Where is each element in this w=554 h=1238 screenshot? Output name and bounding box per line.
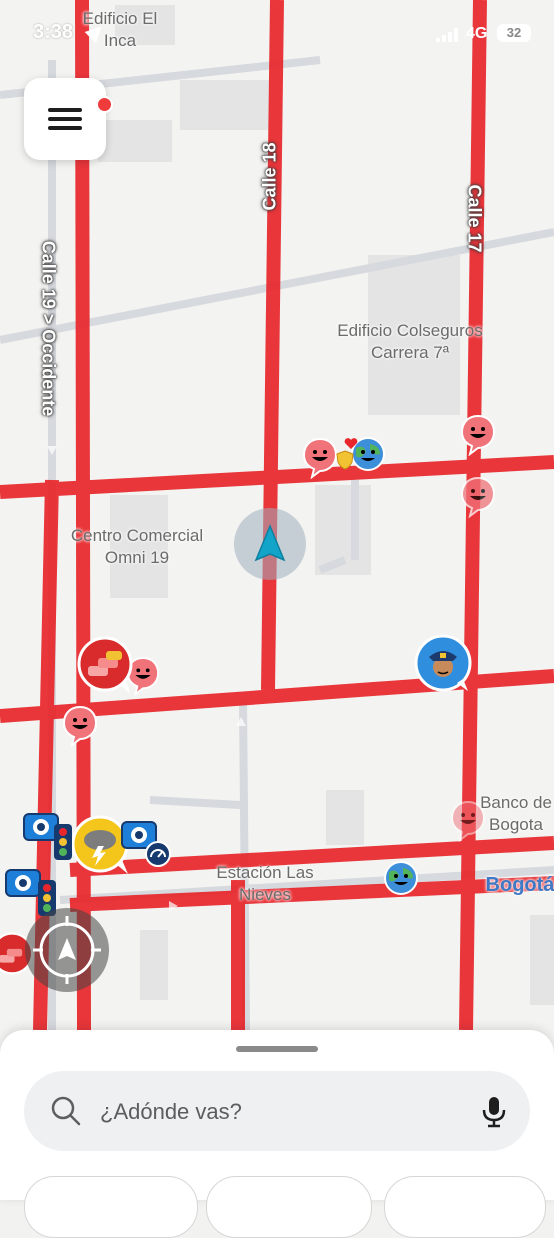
microphone-icon[interactable] — [480, 1095, 508, 1129]
current-location-marker — [234, 508, 306, 580]
status-bar: 3:38 4G 32 — [0, 0, 554, 64]
wazer-icon[interactable] — [62, 705, 98, 747]
traffic-light-icon[interactable] — [52, 822, 74, 862]
network-type: 4G — [466, 25, 488, 42]
place-label-estacion-nieves: Estación Las Nieves — [216, 863, 314, 904]
shield-icon — [336, 450, 354, 470]
recenter-button[interactable] — [25, 908, 109, 992]
search-input[interactable] — [98, 1091, 462, 1133]
location-arrow-icon — [84, 20, 108, 44]
bottom-sheet — [0, 1030, 554, 1238]
status-time: 3:38 — [33, 21, 74, 43]
sheet-drag-handle[interactable] — [236, 1046, 318, 1052]
place-label-edificio-colseguros: Edificio Colseguros Carrera 7ª — [337, 321, 483, 362]
place-label-bogota: Bogotá — [485, 874, 554, 896]
battery-indicator: 32 — [497, 24, 531, 42]
navigation-arrow-icon — [254, 524, 286, 562]
shortcut-chip[interactable] — [384, 1176, 546, 1238]
heart-icon — [344, 438, 358, 449]
speedometer-icon — [145, 841, 171, 867]
wazer-icon[interactable] — [460, 476, 496, 518]
place-label-centro-comercial: Centro Comercial Omni 19 — [70, 526, 204, 567]
wazer-icon[interactable] — [382, 860, 420, 900]
search-icon — [51, 1096, 81, 1126]
menu-button[interactable] — [24, 78, 113, 160]
recenter-icon — [33, 916, 101, 984]
shortcut-chip[interactable] — [206, 1176, 372, 1238]
wazer-icon[interactable] — [450, 800, 486, 842]
police-icon[interactable] — [413, 633, 475, 695]
traffic-jam-icon[interactable] — [76, 636, 136, 696]
street-label-calle-19: Calle 19 > Occidente — [38, 240, 59, 417]
search-bar[interactable] — [24, 1071, 530, 1151]
street-label-calle-17: Calle 17 — [464, 184, 485, 253]
wazer-icon[interactable] — [302, 437, 338, 479]
wazer-icon[interactable] — [460, 414, 496, 456]
shortcut-chip[interactable] — [24, 1176, 198, 1238]
notification-dot — [96, 96, 113, 113]
street-label-calle-18: Calle 18 — [259, 142, 280, 211]
